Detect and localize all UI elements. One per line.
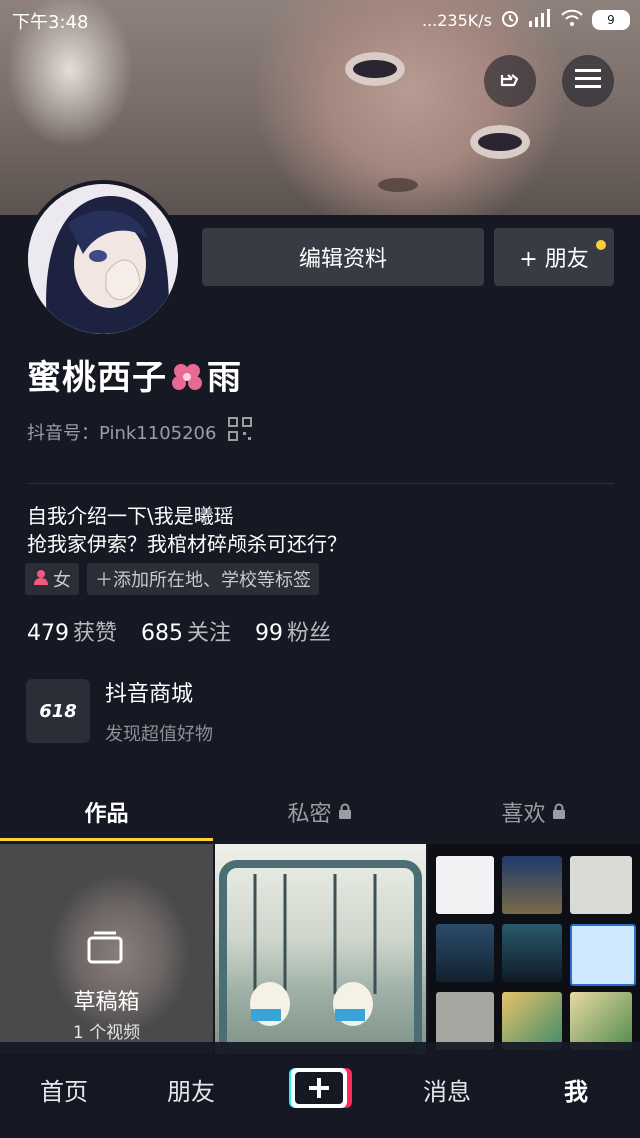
battery-icon: 9 — [592, 10, 630, 30]
mini-thumbnail — [436, 856, 494, 914]
stat-label: 获赞 — [73, 621, 118, 646]
notification-dot — [596, 240, 606, 250]
douyin-id: 抖音号：Pink1105206 — [27, 422, 217, 444]
stat-number: 685 — [141, 621, 184, 646]
divider — [27, 483, 614, 484]
tab-works[interactable]: 作品 — [0, 792, 213, 832]
tab-label: 喜欢 — [501, 802, 546, 827]
female-icon — [33, 569, 49, 590]
mini-thumbnail — [570, 924, 636, 986]
stat-number: 479 — [27, 621, 69, 646]
stat-following[interactable]: 685 关注 — [141, 615, 231, 647]
avatar[interactable] — [24, 180, 182, 338]
bio: 自我介绍一下\我是曦瑶 抢我家伊索？我棺材碎颅杀可还行？ — [27, 502, 347, 558]
menu-button[interactable] — [562, 55, 614, 107]
gender-label: 女 — [53, 570, 71, 591]
nickname-suffix: 雨 — [207, 358, 242, 398]
alarm-icon — [500, 8, 520, 32]
stat-label: 关注 — [187, 621, 232, 646]
avatar-illustration — [28, 184, 178, 334]
signal-icon — [528, 9, 552, 31]
drafts-box-icon — [86, 930, 124, 964]
mall-logo-text: 618 — [39, 700, 77, 722]
cover-nose — [378, 178, 418, 192]
nickname-text: 蜜桃西子 — [27, 358, 167, 398]
gender-tag: 女 — [25, 563, 79, 595]
cover-eye — [345, 52, 405, 86]
nav-friends[interactable]: 朋友 — [141, 1072, 241, 1107]
status-bar: 下午3:48 ...235K/s 9 — [0, 0, 640, 40]
drafts-title: 草稿箱 — [73, 990, 140, 1015]
hamburger-icon — [575, 68, 601, 94]
video-thumbnail[interactable] — [428, 844, 640, 1054]
mini-thumbnail — [502, 924, 562, 982]
mall-logo[interactable]: 618 — [26, 679, 90, 743]
cover-eye — [470, 125, 530, 159]
bio-line: 自我介绍一下\我是曦瑶 — [27, 504, 234, 528]
nickname: 蜜桃西子雨 — [27, 350, 242, 399]
stat-likes[interactable]: 479 获赞 — [27, 615, 117, 647]
tab-label: 私密 — [287, 802, 332, 827]
bio-line: 抢我家伊索？我棺材碎颅杀可还行？ — [27, 532, 347, 556]
wifi-icon — [560, 9, 584, 31]
mall-title[interactable]: 抖音商城 — [105, 676, 193, 708]
nav-me[interactable]: 我 — [526, 1072, 626, 1107]
tab-likes[interactable]: 喜欢 — [427, 792, 640, 832]
douyin-id-row[interactable]: 抖音号：Pink1105206 — [27, 417, 253, 446]
nav-messages[interactable]: 消息 — [397, 1072, 497, 1107]
profile-tags: 女 ＋添加所在地、学校等标签 — [25, 563, 319, 595]
hand-pointer-button[interactable] — [484, 55, 536, 107]
mini-thumbnail — [570, 856, 632, 914]
plus-icon — [289, 1068, 352, 1108]
add-tags-label: ＋添加所在地、学校等标签 — [95, 570, 311, 591]
lock-icon — [552, 800, 566, 825]
create-post-button[interactable] — [286, 1066, 352, 1110]
tab-private[interactable]: 私密 — [213, 792, 426, 832]
nav-home[interactable]: 首页 — [14, 1072, 114, 1107]
mini-thumbnail — [436, 924, 494, 982]
add-friend-label: + 朋友 — [519, 247, 589, 272]
stat-number: 99 — [255, 621, 284, 646]
hand-pointer-icon — [496, 65, 524, 97]
qr-code-icon[interactable] — [228, 417, 253, 446]
status-right: ...235K/s 9 — [422, 8, 630, 32]
mall-subtitle: 发现超值好物 — [105, 724, 213, 745]
video-thumbnail[interactable] — [215, 844, 426, 1054]
flower-icon — [167, 358, 207, 398]
network-speed: ...235K/s — [421, 10, 492, 30]
drafts-count: 1 个视频 — [72, 1023, 141, 1043]
mini-thumbnail — [502, 856, 562, 914]
swing-scene — [219, 860, 422, 1054]
add-friend-button[interactable]: + 朋友 — [494, 228, 614, 286]
tab-indicator — [0, 838, 213, 841]
tab-label: 作品 — [84, 802, 129, 827]
status-time: 下午3:48 — [12, 12, 89, 33]
profile-stats: 479 获赞 685 关注 99 粉丝 — [27, 615, 331, 647]
edit-profile-label: 编辑资料 — [298, 247, 387, 272]
stat-followers[interactable]: 99 粉丝 — [255, 615, 331, 647]
edit-profile-button[interactable]: 编辑资料 — [202, 228, 484, 286]
add-tags-button[interactable]: ＋添加所在地、学校等标签 — [87, 563, 319, 595]
stat-label: 粉丝 — [287, 621, 332, 646]
lock-icon — [338, 800, 352, 825]
